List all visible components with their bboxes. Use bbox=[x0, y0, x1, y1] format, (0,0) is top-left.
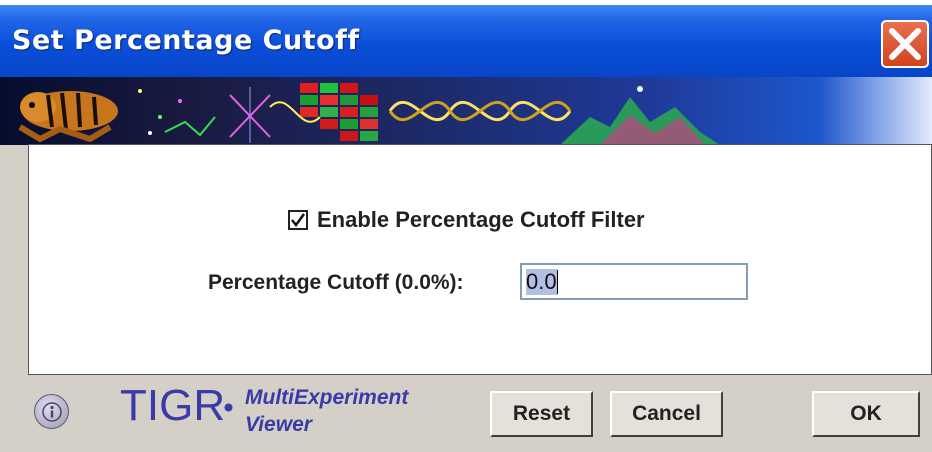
product-name-line1: MultiExperiment bbox=[245, 386, 409, 409]
enable-filter-label: Enable Percentage Cutoff Filter bbox=[317, 207, 645, 232]
banner-artwork bbox=[18, 83, 720, 145]
cancel-button[interactable]: Cancel bbox=[610, 391, 723, 437]
tigr-logo-text: TIGR bbox=[120, 381, 226, 430]
close-button[interactable] bbox=[881, 20, 929, 68]
checkmark-icon bbox=[291, 213, 305, 227]
cutoff-label: Percentage Cutoff (0.0%): bbox=[208, 271, 464, 294]
text-cursor bbox=[556, 269, 558, 294]
info-icon[interactable] bbox=[34, 394, 69, 429]
title-bar[interactable]: Set Percentage Cutoff bbox=[0, 5, 932, 77]
dialog-window: Set Percentage Cutoff Enable Percentage … bbox=[0, 5, 932, 452]
enable-filter-row[interactable]: Enable Percentage Cutoff Filter bbox=[288, 207, 645, 233]
window-title: Set Percentage Cutoff bbox=[12, 25, 360, 56]
settings-panel: Enable Percentage Cutoff Filter Percenta… bbox=[28, 144, 932, 375]
cutoff-value-text: 0.0 bbox=[526, 268, 557, 295]
ok-button[interactable]: OK bbox=[812, 391, 920, 437]
close-x-icon bbox=[889, 28, 921, 60]
tigr-banner-image bbox=[0, 77, 932, 145]
reset-button[interactable]: Reset bbox=[490, 391, 593, 437]
info-glyph bbox=[41, 401, 62, 422]
cutoff-input[interactable]: 0.0 bbox=[520, 263, 748, 300]
logo-star-icon bbox=[224, 403, 233, 412]
product-name-line2: Viewer bbox=[245, 413, 312, 436]
enable-filter-checkbox[interactable] bbox=[288, 210, 308, 230]
